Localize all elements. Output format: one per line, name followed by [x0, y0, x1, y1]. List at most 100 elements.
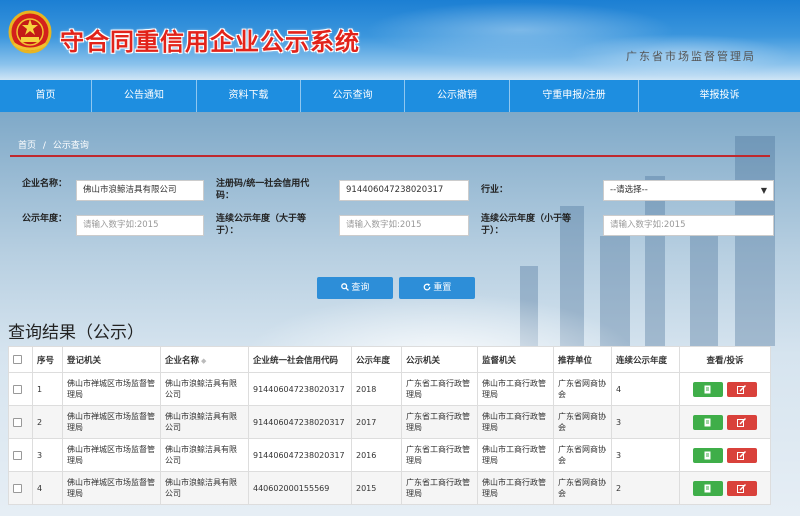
complain-button[interactable] — [727, 480, 757, 496]
cell-index: 1 — [32, 372, 63, 406]
results-title: 查询结果（公示） — [8, 323, 144, 343]
document-icon — [704, 418, 711, 426]
cell-recommender: 广东省网商协会 — [553, 372, 612, 406]
cell-recommender: 广东省网商协会 — [553, 471, 612, 505]
divider — [10, 155, 770, 157]
sort-icon: ◆ — [201, 356, 207, 365]
cell-supervise-authority: 佛山市工商行政管理局 — [477, 405, 554, 439]
complain-button[interactable] — [727, 447, 757, 463]
cell-publish-authority: 广东省工商行政管理局 — [401, 471, 478, 505]
table-row: 1 佛山市禅城区市场监督管理局 佛山市浪鲸洁具有限公司 914406047238020… — [8, 372, 771, 406]
document-icon — [704, 484, 711, 492]
cell-company-name: 佛山市浪鲸洁具有限公司 — [160, 471, 249, 505]
cell-supervise-authority: 佛山市工商行政管理局 — [477, 471, 554, 505]
cell-company-name: 佛山市浪鲸洁具有限公司 — [160, 372, 249, 406]
cell-index: 2 — [32, 405, 63, 439]
row-checkbox[interactable] — [8, 471, 33, 505]
regno-label: 注册码/统一社会信用代码： — [216, 179, 310, 201]
company-name-input[interactable]: 佛山市浪鲸洁具有限公司 — [76, 180, 204, 201]
row-checkbox[interactable] — [8, 405, 33, 439]
select-all-checkbox[interactable] — [8, 346, 33, 373]
col-actions: 查看/投诉 — [679, 346, 771, 373]
cell-continuous-years: 2 — [611, 471, 680, 505]
document-icon — [704, 451, 711, 459]
year-input[interactable]: 请输入数字如:2015 — [76, 215, 204, 236]
results-table: 序号 登记机关 企业名称 ◆ 企业统一社会信用代码 公示年度 公示机关 监督机关 … — [8, 346, 771, 505]
company-name-label: 企业名称： — [22, 179, 68, 189]
complain-button[interactable] — [727, 414, 757, 430]
cell-publish-authority: 广东省工商行政管理局 — [401, 405, 478, 439]
cell-index: 3 — [32, 438, 63, 472]
col-index: 序号 — [32, 346, 63, 373]
col-publish-authority: 公示机关 — [401, 346, 478, 373]
edit-icon — [737, 450, 746, 460]
table-row: 4 佛山市禅城区市场监督管理局 佛山市浪鲸洁具有限公司 440602000155569… — [8, 471, 771, 505]
site-title: 守合同重信用企业公示系统 — [60, 27, 360, 56]
search-button[interactable]: 查询 — [317, 277, 393, 299]
industry-select[interactable]: --请选择-- ▼ — [603, 180, 774, 201]
cell-supervise-authority: 佛山市工商行政管理局 — [477, 372, 554, 406]
cell-continuous-years: 4 — [611, 372, 680, 406]
cell-company-name: 佛山市浪鲸洁具有限公司 — [160, 405, 249, 439]
search-icon — [340, 283, 349, 291]
document-icon — [704, 385, 711, 393]
table-header-row: 序号 登记机关 企业名称 ◆ 企业统一社会信用代码 公示年度 公示机关 监督机关 … — [8, 346, 771, 373]
complain-button[interactable] — [727, 381, 757, 397]
col-company-name[interactable]: 企业名称 ◆ — [160, 346, 249, 373]
cell-credit-code: 914406047238020317 — [248, 372, 352, 406]
cell-continuous-years: 3 — [611, 405, 680, 439]
col-year: 公示年度 — [351, 346, 402, 373]
refresh-icon — [423, 283, 430, 291]
col-recommender: 推荐单位 — [553, 346, 612, 373]
site-header: 守合同重信用企业公示系统 广东省市场监督管理局 — [0, 0, 800, 80]
nav-revoke[interactable]: 公示撤销 — [405, 80, 510, 112]
cell-credit-code: 914406047238020317 — [248, 405, 352, 439]
continuous-le-label: 连续公示年度（小于等于）： — [481, 214, 572, 236]
view-button[interactable] — [693, 447, 723, 463]
table-row: 2 佛山市禅城区市场监督管理局 佛山市浪鲸洁具有限公司 914406047238020… — [8, 405, 771, 439]
cell-company-name: 佛山市浪鲸洁具有限公司 — [160, 438, 249, 472]
col-supervise-authority: 监督机关 — [477, 346, 554, 373]
cell-reg-authority: 佛山市禅城区市场监督管理局 — [62, 471, 161, 505]
view-button[interactable] — [693, 480, 723, 496]
edit-icon — [737, 483, 746, 493]
cell-actions — [679, 471, 771, 505]
row-checkbox[interactable] — [8, 372, 33, 406]
cell-credit-code: 440602000155569 — [248, 471, 352, 505]
cell-index: 4 — [32, 471, 63, 505]
nav-report[interactable]: 举报投诉 — [639, 80, 800, 112]
cell-reg-authority: 佛山市禅城区市场监督管理局 — [62, 438, 161, 472]
cell-year: 2016 — [351, 438, 402, 472]
nav-announcements[interactable]: 公告通知 — [92, 80, 197, 112]
cell-reg-authority: 佛山市禅城区市场监督管理局 — [62, 405, 161, 439]
breadcrumb-separator: / — [42, 141, 46, 151]
view-button[interactable] — [693, 381, 723, 397]
year-label: 公示年度： — [22, 214, 68, 224]
regno-input[interactable]: 914406047238020317 — [339, 180, 469, 201]
continuous-ge-label: 连续公示年度（大于等于）： — [216, 214, 307, 236]
edit-icon — [737, 417, 746, 427]
cell-actions — [679, 438, 771, 472]
reset-button[interactable]: 重置 — [399, 277, 475, 299]
cell-publish-authority: 广东省工商行政管理局 — [401, 372, 478, 406]
continuous-le-input[interactable]: 请输入数字如:2015 — [603, 215, 774, 236]
cell-actions — [679, 405, 771, 439]
breadcrumb-home[interactable]: 首页 — [18, 141, 36, 151]
breadcrumb-current: 公示查询 — [52, 141, 89, 151]
col-credit-code: 企业统一社会信用代码 — [248, 346, 352, 373]
nav-downloads[interactable]: 资料下载 — [197, 80, 301, 112]
row-checkbox[interactable] — [8, 438, 33, 472]
cell-continuous-years: 3 — [611, 438, 680, 472]
cell-supervise-authority: 佛山市工商行政管理局 — [477, 438, 554, 472]
view-button[interactable] — [693, 414, 723, 430]
national-emblem-icon — [8, 10, 52, 54]
industry-label: 行业： — [481, 185, 509, 195]
nav-public-query[interactable]: 公示查询 — [301, 80, 405, 112]
continuous-ge-input[interactable]: 请输入数字如:2015 — [339, 215, 469, 236]
nav-home[interactable]: 首页 — [0, 80, 92, 112]
cell-year: 2015 — [351, 471, 402, 505]
search-button-label: 查询 — [351, 283, 370, 293]
cell-year: 2018 — [351, 372, 402, 406]
cell-credit-code: 914406047238020317 — [248, 438, 352, 472]
nav-apply-register[interactable]: 守重申报/注册 — [510, 80, 639, 112]
